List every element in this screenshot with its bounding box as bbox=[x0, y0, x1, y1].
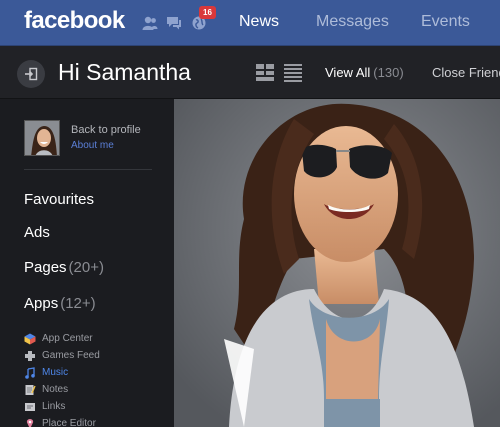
app-item-label: Music bbox=[42, 366, 69, 378]
logout-icon bbox=[25, 67, 38, 81]
tab-events[interactable]: Events bbox=[421, 13, 470, 31]
sidebar-item-label: Pages bbox=[24, 259, 67, 276]
notification-count-badge: 16 bbox=[199, 6, 216, 19]
app-item-app-center[interactable]: App Center bbox=[24, 331, 93, 345]
links-icon bbox=[24, 400, 36, 412]
avatar[interactable] bbox=[24, 120, 60, 156]
sidebar-item-apps[interactable]: Apps (12+) bbox=[24, 295, 96, 312]
left-sidebar: Back to profile About me Favourites Ads … bbox=[0, 99, 174, 427]
tab-news[interactable]: News bbox=[239, 13, 279, 31]
sidebar-item-ads[interactable]: Ads bbox=[24, 224, 50, 241]
games-feed-icon bbox=[24, 349, 36, 361]
sidebar-item-count: (20+) bbox=[68, 259, 104, 276]
app-item-notes[interactable]: Notes bbox=[24, 382, 68, 396]
sidebar-item-pages[interactable]: Pages (20+) bbox=[24, 259, 104, 276]
sidebar-item-count: (12+) bbox=[60, 295, 96, 312]
sidebar-item-label: Apps bbox=[24, 295, 59, 312]
featured-photo[interactable] bbox=[174, 99, 500, 427]
place-editor-icon bbox=[24, 417, 36, 427]
tab-messages[interactable]: Messages bbox=[316, 13, 389, 31]
close-friends-link[interactable]: Close Friend bbox=[432, 65, 500, 80]
sidebar-item-label: Ads bbox=[24, 224, 50, 241]
facebook-logo[interactable]: facebook bbox=[24, 7, 125, 35]
grid-view-icon[interactable] bbox=[255, 63, 275, 82]
app-item-label: Links bbox=[42, 400, 66, 412]
app-item-label: Place Editor bbox=[42, 417, 96, 427]
music-note-icon bbox=[24, 366, 36, 379]
app-item-games-feed[interactable]: Games Feed bbox=[24, 348, 100, 362]
sidebar-item-label: Favourites bbox=[24, 191, 95, 208]
app-item-label: Notes bbox=[42, 383, 69, 395]
list-view-icon[interactable] bbox=[283, 63, 303, 82]
app-center-icon bbox=[24, 332, 36, 345]
featured-photo-image bbox=[174, 99, 500, 427]
friend-requests-icon[interactable] bbox=[141, 14, 159, 32]
sidebar-divider bbox=[24, 169, 152, 170]
app-item-music[interactable]: Music bbox=[24, 365, 68, 379]
sidebar-item-favourites[interactable]: Favourites bbox=[24, 191, 94, 208]
view-all-link[interactable]: View All (130) bbox=[325, 65, 404, 80]
header-bar: Hi Samantha View All (130) Close Friend bbox=[0, 46, 500, 99]
app-item-label: Games Feed bbox=[42, 349, 100, 361]
logout-button[interactable] bbox=[17, 60, 45, 88]
about-me-link[interactable]: About me bbox=[71, 140, 114, 151]
app-item-place-editor[interactable]: Place Editor bbox=[24, 416, 96, 427]
app-item-label: App Center bbox=[42, 332, 93, 344]
app-item-links[interactable]: Links bbox=[24, 399, 65, 413]
view-all-label: View All bbox=[325, 65, 371, 80]
back-to-profile-link[interactable]: Back to profile bbox=[71, 124, 141, 136]
messages-icon[interactable] bbox=[165, 14, 183, 32]
greeting-title: Hi Samantha bbox=[58, 59, 191, 85]
notes-icon bbox=[24, 383, 36, 395]
view-all-count: (130) bbox=[373, 65, 404, 80]
top-navigation-bar: facebook 16 News Messages Events bbox=[0, 0, 500, 46]
